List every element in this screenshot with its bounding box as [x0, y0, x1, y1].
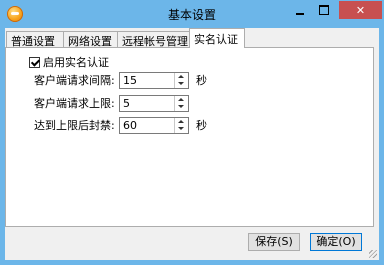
- settings-window: 基本设置 ✕ 普通设置 网络设置 远程帐号管理 实名认证 启用实名认证 客户端请…: [0, 0, 384, 265]
- minimize-button[interactable]: [288, 1, 312, 19]
- tab-strip: 普通设置 网络设置 远程帐号管理 实名认证: [5, 28, 379, 48]
- tab-general[interactable]: 普通设置: [6, 31, 64, 48]
- tab-remote-accounts[interactable]: 远程帐号管理: [117, 31, 191, 48]
- request-interval-stepper[interactable]: [174, 72, 188, 88]
- request-limit-stepper[interactable]: [174, 95, 188, 111]
- request-interval-unit: 秒: [196, 74, 207, 87]
- spin-up-icon[interactable]: [175, 118, 188, 126]
- request-limit-label: 客户端请求上限:: [34, 97, 115, 110]
- maximize-button[interactable]: [312, 1, 336, 19]
- spin-down-icon[interactable]: [175, 125, 188, 133]
- spin-up-icon[interactable]: [175, 96, 188, 104]
- ban-duration-value[interactable]: 60: [123, 119, 137, 132]
- ok-button[interactable]: 确定(O): [310, 233, 362, 251]
- request-interval-spinbox[interactable]: 15: [119, 71, 189, 89]
- ban-duration-stepper[interactable]: [174, 117, 188, 133]
- resize-grip-icon[interactable]: [369, 250, 377, 258]
- ban-duration-spinbox[interactable]: 60: [119, 116, 189, 134]
- save-button[interactable]: 保存(S): [248, 233, 300, 251]
- request-limit-row: 客户端请求上限: 5: [34, 94, 196, 112]
- ban-duration-label: 达到上限后封禁:: [34, 119, 115, 132]
- ban-duration-unit: 秒: [196, 119, 207, 132]
- request-limit-value[interactable]: 5: [123, 97, 130, 110]
- enable-realname-row[interactable]: 启用实名认证: [29, 54, 109, 70]
- request-interval-label: 客户端请求间隔:: [34, 74, 115, 87]
- dialog-body: 普通设置 网络设置 远程帐号管理 实名认证 启用实名认证 客户端请求间隔: 15: [5, 28, 379, 260]
- maximize-icon: [319, 5, 329, 15]
- enable-realname-label: 启用实名认证: [43, 56, 109, 69]
- close-button[interactable]: ✕: [339, 1, 382, 19]
- close-icon: ✕: [355, 3, 366, 17]
- spin-down-icon[interactable]: [175, 80, 188, 88]
- realname-panel: 启用实名认证 客户端请求间隔: 15 秒 客户端请求上限: 5 达到上限后封禁:…: [5, 47, 374, 227]
- tab-network[interactable]: 网络设置: [63, 31, 119, 48]
- request-limit-spinbox[interactable]: 5: [119, 94, 189, 112]
- ban-duration-row: 达到上限后封禁: 60 秒: [34, 116, 207, 134]
- enable-realname-checkbox[interactable]: [29, 56, 40, 68]
- title-bar[interactable]: 基本设置 ✕: [0, 0, 384, 28]
- request-interval-row: 客户端请求间隔: 15 秒: [34, 71, 207, 89]
- spin-up-icon[interactable]: [175, 73, 188, 81]
- spin-down-icon[interactable]: [175, 103, 188, 111]
- request-interval-value[interactable]: 15: [123, 74, 137, 87]
- minimize-icon: [296, 13, 304, 15]
- tab-realname-auth[interactable]: 实名认证: [189, 28, 245, 48]
